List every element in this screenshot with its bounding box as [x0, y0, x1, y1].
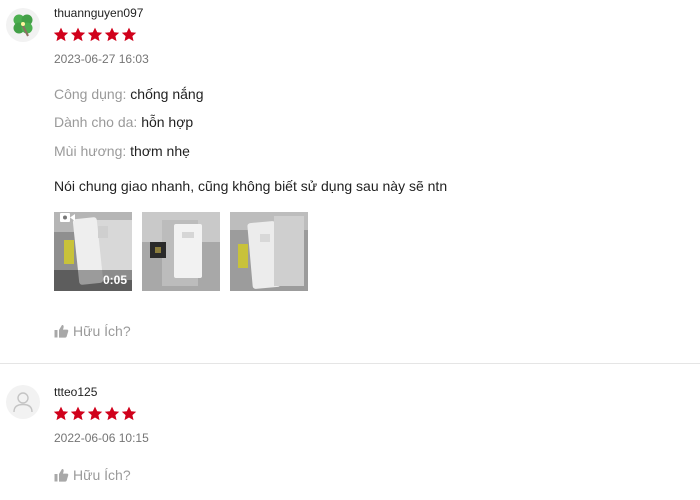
star-icon [53, 27, 69, 42]
attribute-row: Mùi hương: thơm nhẹ [54, 143, 190, 159]
attribute-row: Công dụng: chống nắng [54, 86, 203, 102]
star-icon [104, 27, 120, 42]
rating-stars [53, 27, 137, 42]
media-thumbnail-video[interactable]: 0:05 [54, 212, 132, 291]
media-thumbnail-image[interactable] [142, 212, 220, 291]
video-camera-icon [60, 213, 75, 222]
avatar[interactable] [6, 385, 40, 419]
attribute-row: Dành cho da: hỗn hợp [54, 114, 193, 130]
star-icon [121, 406, 137, 421]
star-icon [121, 27, 137, 42]
username: ttteo125 [54, 385, 98, 399]
rating-stars [53, 406, 137, 421]
attribute-value: chống nắng [130, 86, 204, 102]
review-media: 0:05 [54, 212, 308, 291]
avatar[interactable] [6, 8, 40, 42]
thumbs-up-icon [54, 468, 69, 482]
video-duration: 0:05 [102, 273, 127, 287]
helpful-label: Hữu Ích? [73, 323, 131, 339]
star-icon [87, 27, 103, 42]
star-icon [70, 27, 86, 42]
attribute-label: Mùi hương: [54, 143, 127, 159]
attribute-value: hỗn hợp [141, 114, 194, 130]
helpful-button[interactable]: Hữu Ích? [54, 467, 131, 483]
clover-icon [13, 14, 33, 37]
user-icon [13, 392, 33, 413]
thumbs-up-icon [54, 324, 69, 338]
star-icon [87, 406, 103, 421]
review-date: 2022-06-06 10:15 [54, 431, 149, 445]
attribute-value: thơm nhẹ [130, 143, 190, 159]
star-icon [70, 406, 86, 421]
helpful-button[interactable]: Hữu Ích? [54, 323, 131, 339]
attribute-label: Dành cho da: [54, 114, 138, 130]
review-comment: Nói chung giao nhanh, cũng không biết sử… [54, 178, 448, 194]
star-icon [53, 406, 69, 421]
username: thuannguyen097 [54, 6, 144, 20]
star-icon [104, 406, 120, 421]
helpful-label: Hữu Ích? [73, 467, 131, 483]
review-date: 2023-06-27 16:03 [54, 52, 149, 66]
attribute-label: Công dụng: [54, 86, 127, 102]
review-divider [0, 363, 700, 364]
media-thumbnail-image[interactable] [230, 212, 308, 291]
